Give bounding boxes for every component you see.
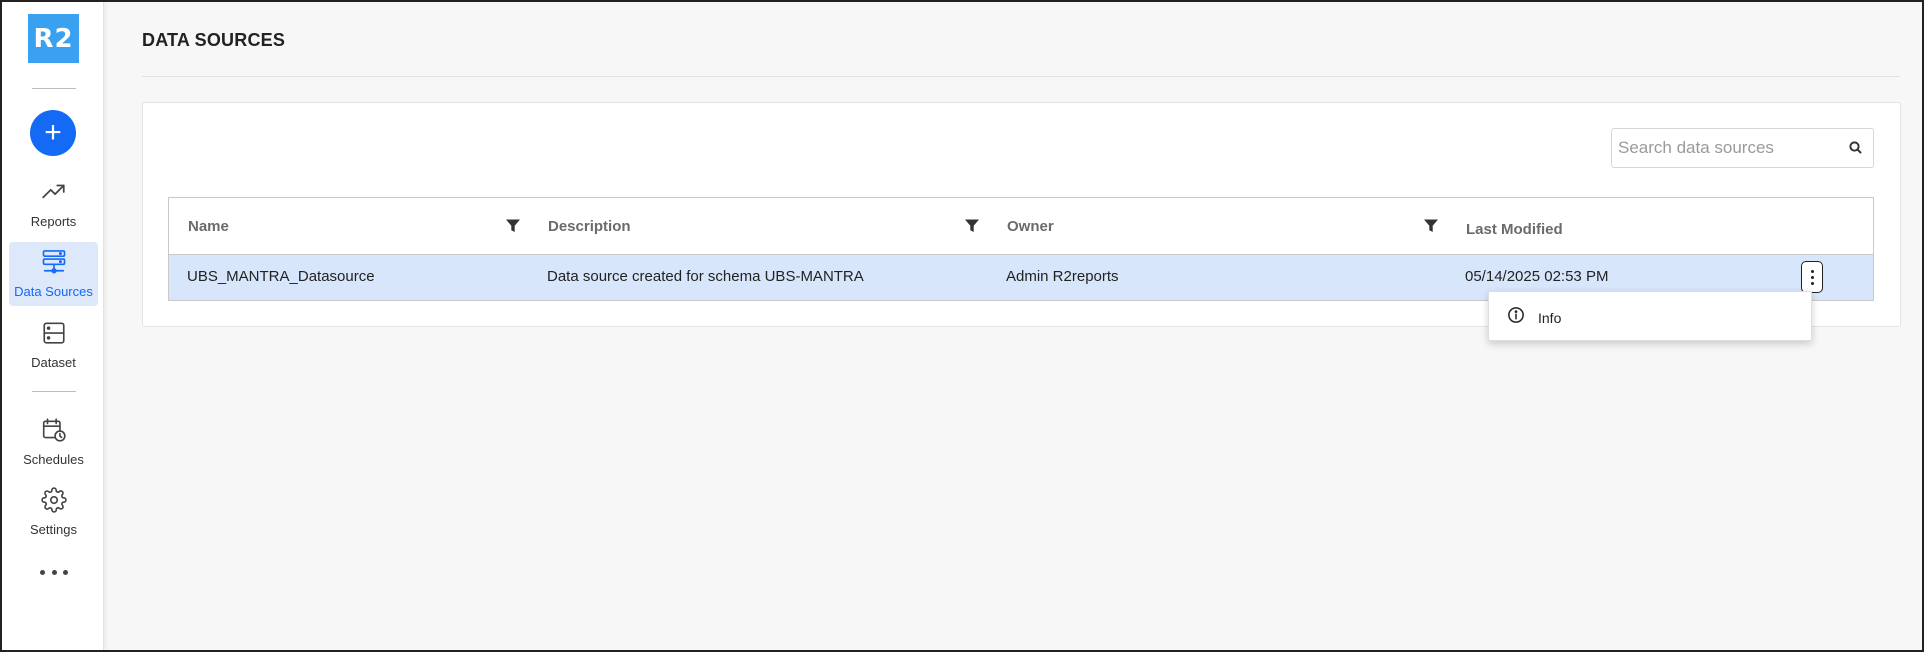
- column-header-description[interactable]: Description: [548, 218, 631, 235]
- title-divider: [142, 76, 1900, 77]
- app-logo: R2: [28, 14, 79, 63]
- sidebar-item-reports[interactable]: Reports: [9, 172, 98, 236]
- sidebar-item-data-sources[interactable]: Data Sources: [9, 242, 98, 306]
- info-icon: [1507, 306, 1525, 324]
- cell-last-modified: 05/14/2025 02:53 PM: [1465, 268, 1609, 285]
- gear-icon: [40, 486, 68, 514]
- sidebar-item-label: Reports: [30, 214, 77, 229]
- column-header-name[interactable]: Name: [188, 218, 229, 235]
- data-sources-table: Name Description Owner Last Modified UBS…: [168, 197, 1874, 301]
- sidebar-divider: [32, 88, 76, 89]
- cell-owner: Admin R2reports: [1006, 268, 1119, 285]
- sidebar-item-schedules[interactable]: Schedules: [9, 410, 98, 474]
- search-icon[interactable]: [1847, 139, 1865, 157]
- data-sources-icon: [40, 248, 68, 276]
- sidebar: R2 + Reports Data Sources Dataset Schedu…: [2, 2, 104, 650]
- sidebar-item-label: Schedules: [23, 452, 84, 467]
- sidebar-item-label: Dataset: [31, 355, 76, 370]
- trending-up-icon: [40, 178, 68, 206]
- sidebar-item-label: Settings: [30, 522, 77, 537]
- search-box[interactable]: [1611, 128, 1874, 168]
- sidebar-divider: [32, 391, 76, 392]
- dataset-icon: [40, 319, 68, 347]
- filter-icon[interactable]: [1423, 218, 1439, 234]
- page-title: DATA SOURCES: [142, 30, 286, 50]
- sidebar-item-label: Data Sources: [14, 284, 93, 299]
- menu-item-label: Info: [1538, 310, 1562, 326]
- sidebar-item-settings[interactable]: Settings: [9, 480, 98, 544]
- filter-icon[interactable]: [505, 218, 521, 234]
- more-horizontal-icon[interactable]: [40, 564, 68, 580]
- row-actions-button[interactable]: [1801, 261, 1823, 293]
- create-button[interactable]: +: [30, 110, 76, 156]
- search-input[interactable]: [1618, 137, 1838, 159]
- column-header-last-modified[interactable]: Last Modified: [1466, 221, 1563, 238]
- sidebar-item-dataset[interactable]: Dataset: [9, 313, 98, 377]
- cell-name: UBS_MANTRA_Datasource: [187, 268, 375, 285]
- row-context-menu: Info: [1488, 291, 1812, 341]
- table-header: Name Description Owner Last Modified: [169, 198, 1873, 255]
- calendar-clock-icon: [40, 416, 68, 444]
- cell-description: Data source created for schema UBS-MANTR…: [547, 268, 864, 285]
- column-header-owner[interactable]: Owner: [1007, 218, 1054, 235]
- filter-icon[interactable]: [964, 218, 980, 234]
- menu-item-info[interactable]: Info: [1489, 292, 1811, 340]
- plus-icon: +: [44, 116, 62, 149]
